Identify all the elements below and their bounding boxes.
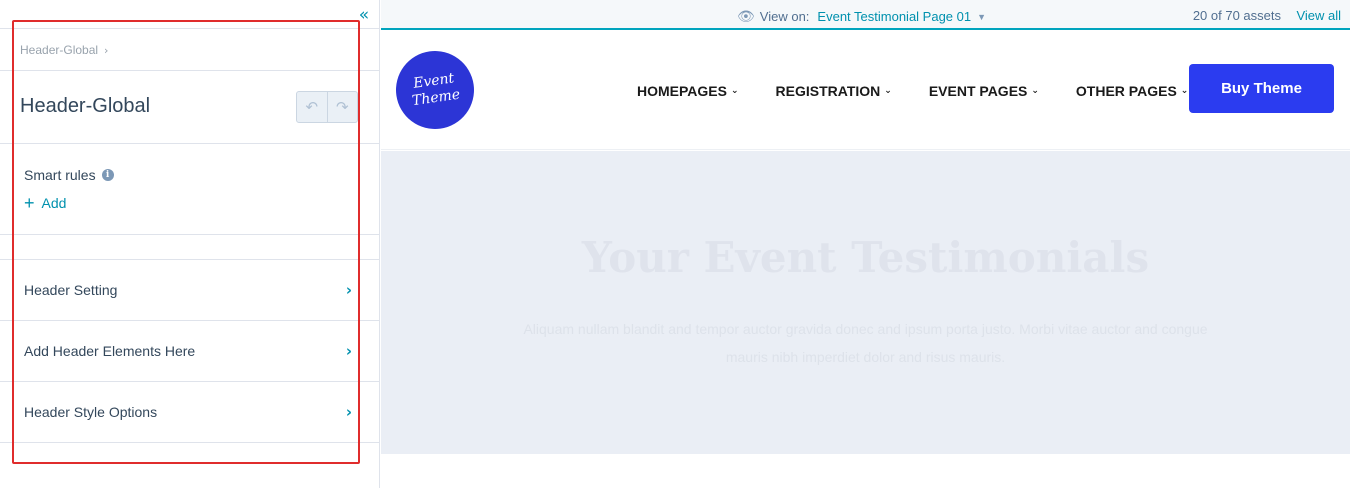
view-all-link[interactable]: View all — [1296, 8, 1341, 23]
row-header-style-options[interactable]: Header Style Options › — [0, 382, 380, 442]
module-sidebar: « Header-Global › Header-Global ↶ ↷ Smart… — [0, 0, 380, 488]
divider — [0, 143, 380, 144]
page-preview: Event Theme HOMEPAGES ⌄ REGISTRATION ⌄ EVE… — [381, 32, 1350, 454]
chevron-down-icon: ⌄ — [1180, 86, 1189, 96]
divider — [0, 234, 380, 235]
divider — [0, 28, 380, 29]
smart-rules-label: Smart rules i — [24, 167, 114, 183]
nav-label: OTHER PAGES — [1075, 83, 1177, 99]
row-label: Add Header Elements Here — [24, 343, 196, 359]
row-header-setting[interactable]: Header Setting › — [0, 260, 380, 320]
nav-event-pages[interactable]: EVENT PAGES ⌄ — [929, 83, 1039, 99]
nav-label: REGISTRATION — [775, 83, 881, 99]
chevron-right-icon: › — [104, 44, 109, 57]
site-header[interactable]: Event Theme HOMEPAGES ⌄ REGISTRATION ⌄ EVE… — [381, 32, 1350, 150]
row-label: Header Style Options — [24, 404, 158, 420]
divider — [0, 70, 380, 71]
buy-theme-button[interactable]: Buy Theme — [1189, 64, 1334, 113]
hero-section: Your Event Testimonials Aliquam nullam b… — [381, 151, 1350, 454]
module-title: Header-Global — [20, 95, 151, 117]
row-add-header-elements[interactable]: Add Header Elements Here › — [0, 321, 380, 381]
plus-icon: + — [24, 193, 35, 213]
breadcrumb[interactable]: Header-Global › — [20, 43, 108, 57]
chevron-down-icon: ⌄ — [884, 86, 892, 96]
nav-other-pages[interactable]: OTHER PAGES ⌄ — [1076, 83, 1188, 99]
preview-toolbar: 👁 View on: Event Testimonial Page 01 ▼ 2… — [381, 0, 1350, 30]
chevron-down-icon: ⌄ — [1031, 86, 1039, 96]
eye-icon: 👁 — [737, 8, 755, 24]
smart-rules-text: Smart rules — [24, 167, 96, 183]
undo-icon[interactable]: ↶ — [297, 92, 327, 122]
nav-registration[interactable]: REGISTRATION ⌄ — [776, 83, 892, 99]
nav-label: HOMEPAGES — [637, 83, 727, 99]
nav-homepages[interactable]: HOMEPAGES ⌄ — [637, 83, 739, 99]
add-rule-label: Add — [41, 195, 67, 211]
divider — [0, 442, 380, 443]
add-smart-rule-button[interactable]: + Add — [24, 193, 67, 213]
redo-icon[interactable]: ↷ — [326, 92, 358, 122]
info-icon[interactable]: i — [101, 169, 114, 181]
view-on-label: View on: — [759, 9, 810, 24]
main-nav: HOMEPAGES ⌄ REGISTRATION ⌄ EVENT PAGES ⌄ OT… — [637, 83, 1225, 99]
caret-down-icon[interactable]: ▼ — [977, 12, 986, 22]
chevron-right-icon: › — [345, 342, 352, 360]
event-theme-logo[interactable]: Event Theme — [390, 45, 480, 135]
nav-label: EVENT PAGES — [928, 83, 1028, 99]
hero-subtitle: Aliquam nullam blandit and tempor auctor… — [523, 321, 1208, 365]
breadcrumb-label: Header-Global — [20, 43, 99, 57]
collapse-panel-icon[interactable]: « — [355, 5, 373, 25]
page-select-value[interactable]: Event Testimonial Page 01 — [817, 9, 971, 24]
view-on-selector[interactable]: 👁 View on: Event Testimonial Page 01 ▼ — [737, 8, 986, 25]
row-label: Header Setting — [24, 282, 118, 298]
hero-title: Your Event Testimonials — [581, 233, 1150, 282]
chevron-right-icon: › — [345, 403, 352, 421]
undo-redo-group: ↶ ↷ — [296, 91, 358, 123]
asset-count: 20 of 70 assets — [1192, 8, 1281, 23]
chevron-right-icon: › — [345, 281, 352, 299]
chevron-down-icon: ⌄ — [730, 86, 739, 96]
